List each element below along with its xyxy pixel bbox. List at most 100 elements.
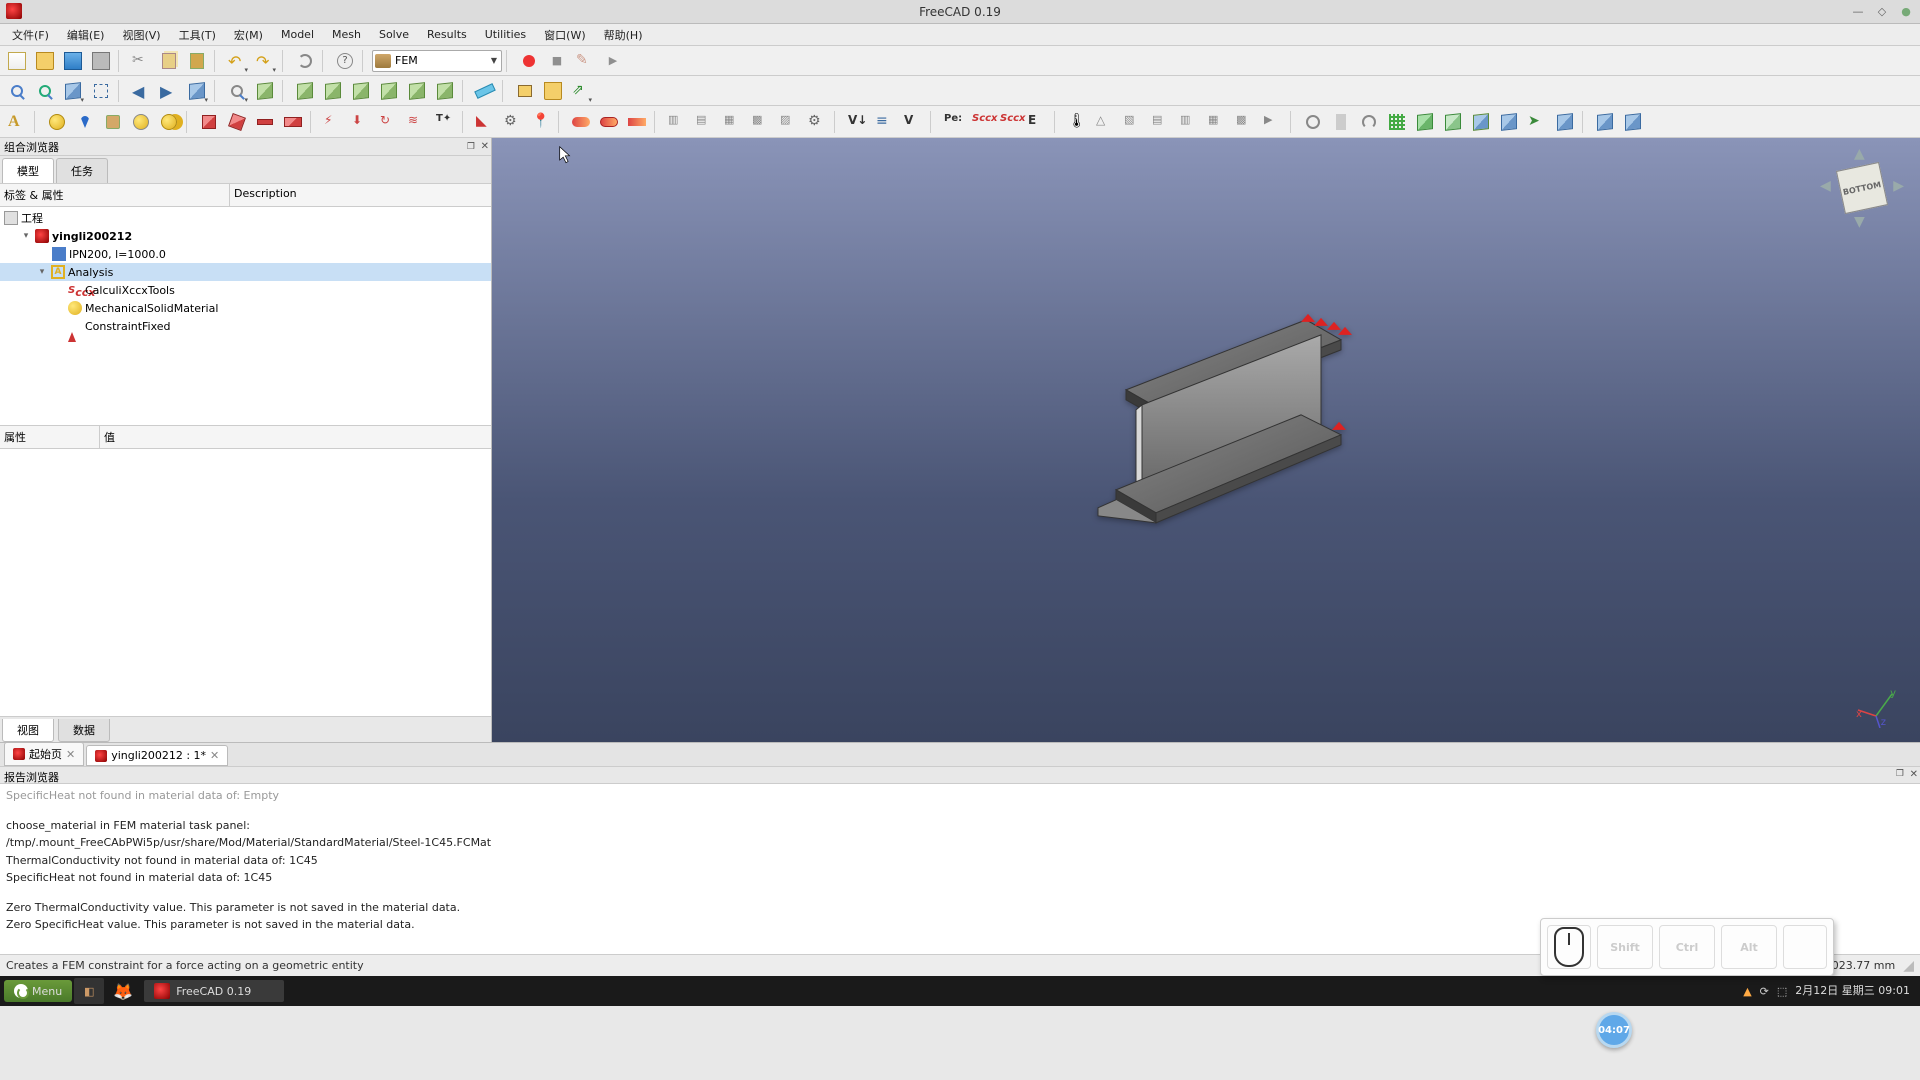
cut-button[interactable]: ✂ (128, 48, 154, 74)
fem-plane-rotation-button[interactable]: 📍 (528, 109, 554, 135)
macro-stop-button[interactable]: ■ (544, 48, 570, 74)
menu-model[interactable]: Model (273, 26, 322, 43)
fem-centrifugal-button[interactable]: ↻ (376, 109, 402, 135)
fem-results-purge-button[interactable] (1300, 109, 1326, 135)
fem-fixed-button[interactable]: ◣ (472, 109, 498, 135)
tab-close-icon[interactable]: ✕ (66, 748, 75, 761)
model-tree[interactable]: 工程 ▾ yingli200212 IPN200, l=1000.0 ▾ A A… (0, 207, 491, 425)
fem-apply-changes-button[interactable] (1356, 109, 1382, 135)
copy-button[interactable] (156, 48, 182, 74)
bbox-button[interactable] (88, 78, 114, 104)
menu-macro[interactable]: 宏(M) (226, 25, 271, 45)
panel-close-icon[interactable]: ✕ (481, 141, 489, 152)
part-button[interactable] (512, 78, 538, 104)
menu-window[interactable]: 窗口(W) (536, 25, 593, 45)
redo-button[interactable]: ↷ (252, 48, 278, 74)
macro-run-button[interactable]: ▶ (600, 48, 626, 74)
tree-document[interactable]: ▾ yingli200212 (0, 227, 491, 245)
draw-style-button[interactable] (60, 78, 86, 104)
front-view-button[interactable] (292, 78, 318, 104)
firefox-button[interactable]: 🦊 (108, 978, 138, 1004)
fem-temp-button[interactable]: Pe: (940, 109, 966, 135)
model-geometry[interactable] (1056, 290, 1356, 563)
print-button[interactable] (88, 48, 114, 74)
panel-restore-icon[interactable]: ❐ (1896, 769, 1904, 779)
menu-file[interactable]: 文件(F) (4, 25, 57, 45)
navcube-up-icon[interactable]: ▲ (1854, 146, 1865, 162)
macro-record-button[interactable] (516, 48, 542, 74)
navcube-down-icon[interactable]: ▼ (1854, 214, 1865, 230)
3d-viewport[interactable]: ▲ ◀ ▶ ▼ BOTTOM (492, 138, 1920, 742)
tab-start-page[interactable]: 起始页 ✕ (4, 742, 84, 766)
fem-flow-velocity-button[interactable]: ≋ (404, 109, 430, 135)
menu-solve[interactable]: Solve (371, 26, 417, 43)
tab-model[interactable]: 模型 (2, 158, 54, 183)
fem-gear-constraint-button[interactable]: ⚙ (804, 109, 830, 135)
fem-post-clip-button[interactable] (1496, 109, 1522, 135)
select-button[interactable] (224, 78, 250, 104)
menu-view[interactable]: 视图(V) (114, 25, 168, 45)
menu-edit[interactable]: 编辑(E) (59, 25, 113, 45)
panel-restore-icon[interactable]: ❐ (467, 142, 475, 152)
fem-constraint-section-button[interactable]: ▩ (748, 109, 774, 135)
fem-clip-plane-button[interactable] (1592, 109, 1618, 135)
fem-displacement-button[interactable]: ⚙ (500, 109, 526, 135)
tab-prop-view[interactable]: 视图 (2, 719, 54, 742)
taskbar-app-freecad[interactable]: FreeCAD 0.19 (144, 980, 284, 1002)
paste-button[interactable] (184, 48, 210, 74)
navigation-cube[interactable]: ▲ ◀ ▶ ▼ BOTTOM (1822, 148, 1902, 228)
clock[interactable]: 2月12日 星期三 09:01 (1795, 985, 1910, 997)
link-button[interactable] (184, 78, 210, 104)
top-view-button[interactable] (320, 78, 346, 104)
update-icon[interactable]: ⟳ (1760, 985, 1769, 998)
new-button[interactable] (4, 48, 30, 74)
fem-contact-button[interactable] (624, 109, 650, 135)
maximize-button[interactable]: ◇ (1874, 4, 1890, 20)
bottom-view-button[interactable] (404, 78, 430, 104)
fem-heat-source-button[interactable]: ▤ (692, 109, 718, 135)
collapse-icon[interactable]: ▾ (20, 231, 32, 241)
fem-post-data-button[interactable] (1552, 109, 1578, 135)
fem-eq-flux-button[interactable]: ▤ (1148, 109, 1174, 135)
show-desktop-button[interactable]: ◧ (74, 978, 104, 1004)
panel-close-icon[interactable]: ✕ (1910, 769, 1918, 780)
save-button[interactable] (60, 48, 86, 74)
resize-grip-icon[interactable]: ◢ (1903, 958, 1914, 974)
fem-force-button[interactable] (568, 109, 594, 135)
fem-eq-em-button[interactable]: ▦ (1204, 109, 1230, 135)
fem-transform-button[interactable]: T✦ (432, 109, 458, 135)
fem-beam-rotation-button[interactable] (224, 109, 250, 135)
navcube-face[interactable]: BOTTOM (1836, 162, 1888, 214)
fem-solver-run-button[interactable]: ▶ (1260, 109, 1286, 135)
fem-beam-section-button[interactable] (196, 109, 222, 135)
fem-flow-inlet-button[interactable]: V↓ (844, 109, 870, 135)
open-button[interactable] (32, 48, 58, 74)
tab-task[interactable]: 任务 (56, 158, 108, 183)
navcube-right-icon[interactable]: ▶ (1893, 178, 1904, 194)
fem-grid-button[interactable] (1384, 109, 1410, 135)
tree-item-ipn[interactable]: IPN200, l=1000.0 (0, 245, 491, 263)
fem-material-button[interactable] (44, 109, 70, 135)
fem-solver-elmer-button[interactable]: E (1024, 109, 1050, 135)
fem-flow-bc-button[interactable]: ≡ (872, 109, 898, 135)
tree-item-constraint[interactable]: ConstraintFixed (0, 317, 491, 335)
fem-eq-flow-button[interactable]: ▧ (1120, 109, 1146, 135)
fem-post-cut-button[interactable] (1468, 109, 1494, 135)
measure-button[interactable] (472, 78, 498, 104)
left-view-button[interactable] (432, 78, 458, 104)
fem-solver-ctrl-button[interactable]: ▩ (1232, 109, 1258, 135)
fem-weight-button[interactable]: ⬇ (348, 109, 374, 135)
tree-item-material[interactable]: MechanicalSolidMaterial (0, 299, 491, 317)
minimize-button[interactable]: — (1850, 4, 1866, 20)
fem-shell-thickness-button[interactable] (252, 109, 278, 135)
menu-tools[interactable]: 工具(T) (171, 25, 224, 45)
right-view-button[interactable] (348, 78, 374, 104)
group-button[interactable] (540, 78, 566, 104)
menu-results[interactable]: Results (419, 26, 475, 43)
fem-solver-ccx-button[interactable]: Sccx (968, 109, 994, 135)
undo-button[interactable]: ↶ (224, 48, 250, 74)
navcube-left-icon[interactable]: ◀ (1820, 178, 1831, 194)
fem-constraint-tie-button[interactable]: ▦ (720, 109, 746, 135)
os-menu-button[interactable]: Menu (4, 980, 72, 1002)
refresh-button[interactable] (292, 48, 318, 74)
